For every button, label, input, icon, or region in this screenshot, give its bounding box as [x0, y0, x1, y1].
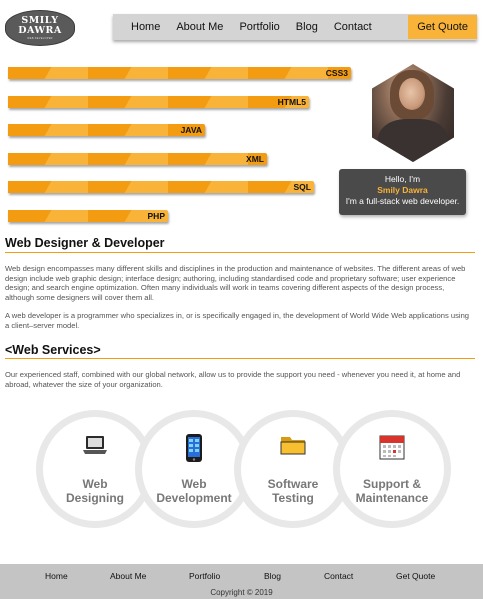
service-label-line: Designing	[65, 491, 124, 505]
logo-tagline: WEB DEVELOPER	[27, 37, 53, 40]
service-label-line: Development	[156, 491, 232, 505]
skill-bar-php: PHP	[8, 210, 168, 222]
skill-label: PHP	[147, 211, 165, 221]
skill-bar-css3: CSS3	[8, 67, 351, 79]
footer-link-home[interactable]: Home	[45, 571, 68, 581]
nav-blog[interactable]: Blog	[288, 14, 326, 40]
nav-about-me[interactable]: About Me	[168, 14, 231, 40]
nav-home[interactable]: Home	[113, 14, 168, 40]
photo-body	[378, 119, 448, 162]
copyright-text: Copyright © 2019	[210, 588, 273, 597]
section-2-paragraph: Our experienced staff, combined with our…	[5, 370, 461, 389]
section-heading-web-designer: Web Designer & Developer	[5, 236, 165, 250]
skill-label: JAVA	[180, 125, 202, 135]
service-label: Software Testing	[249, 477, 337, 505]
phone-icon	[184, 433, 204, 468]
site-logo[interactable]: SMILY DAWRA WEB DEVELOPER	[5, 10, 75, 46]
intro-card: Hello, I'm Smily Dawra I'm a full-stack …	[339, 169, 466, 215]
heading-divider	[5, 252, 475, 253]
nav-contact[interactable]: Contact	[326, 14, 380, 40]
skill-label: CSS3	[325, 68, 348, 78]
logo-line-2: DAWRA	[18, 25, 62, 36]
section-heading-web-services: <Web Services>	[5, 343, 101, 357]
intro-role: I'm a full-stack web developer.	[345, 196, 460, 206]
intro-name: Smily Dawra	[377, 185, 428, 195]
services-row: Web Designing Web Development Software T…	[36, 410, 456, 528]
main-nav: Home About Me Portfolio Blog Contact Get…	[113, 14, 477, 40]
footer: Home About Me Portfolio Blog Contact Get…	[0, 564, 483, 599]
profile-photo	[372, 64, 454, 162]
footer-link-contact[interactable]: Contact	[324, 571, 353, 581]
service-label-line: Software	[267, 477, 319, 491]
skill-label: SQL	[293, 182, 311, 192]
service-support-maintenance[interactable]: Support & Maintenance	[333, 410, 451, 528]
skill-label: HTML5	[277, 97, 306, 107]
section-1-paragraph-1: Web design encompasses many different sk…	[5, 264, 466, 302]
service-label-line: Testing	[272, 491, 314, 505]
skill-bar-xml: XML	[8, 153, 267, 165]
skill-bar-java: JAVA	[8, 124, 205, 136]
footer-link-portfolio[interactable]: Portfolio	[189, 571, 220, 581]
service-label: Web Designing	[51, 477, 139, 505]
skill-bar-sql: SQL	[8, 181, 314, 193]
skill-bar-html5: HTML5	[8, 96, 309, 108]
footer-link-about-me[interactable]: About Me	[110, 571, 146, 581]
calendar-icon	[378, 433, 406, 466]
heading-divider	[5, 358, 475, 359]
footer-nav: Home About Me Portfolio Blog Contact Get…	[0, 571, 483, 583]
service-label-line: Web	[181, 477, 207, 491]
nav-portfolio[interactable]: Portfolio	[231, 14, 287, 40]
nav-get-quote-button[interactable]: Get Quote	[408, 15, 477, 39]
section-1-paragraph-2: A web developer is a programmer who spec…	[5, 311, 470, 330]
service-label: Support & Maintenance	[348, 477, 436, 505]
service-label: Web Development	[150, 477, 238, 505]
skill-label: XML	[246, 154, 264, 164]
service-label-line: Support &	[363, 477, 421, 491]
footer-link-blog[interactable]: Blog	[264, 571, 281, 581]
service-label-line: Web	[82, 477, 108, 491]
intro-greeting: Hello, I'm	[384, 174, 421, 184]
footer-link-get-quote[interactable]: Get Quote	[396, 571, 435, 581]
laptop-icon	[81, 433, 109, 462]
service-label-line: Maintenance	[355, 491, 429, 505]
photo-face	[399, 78, 425, 110]
folder-icon	[279, 433, 307, 462]
